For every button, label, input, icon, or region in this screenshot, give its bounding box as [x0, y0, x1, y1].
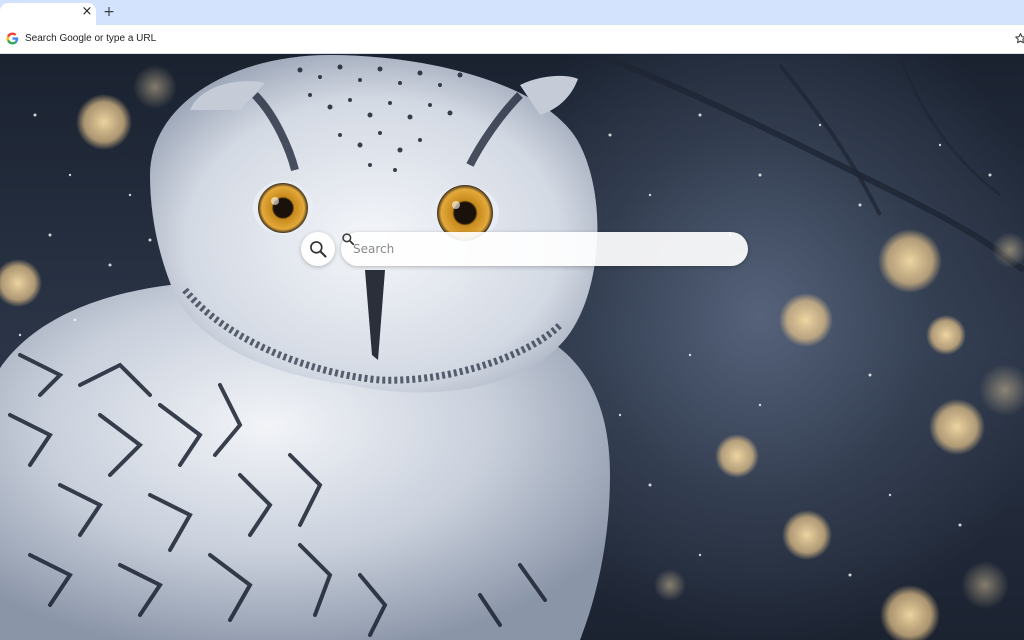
new-tab-button[interactable]: +	[101, 3, 117, 21]
close-tab-icon[interactable]: ×	[80, 5, 94, 19]
search-icon[interactable]	[341, 232, 355, 246]
browser-toolbar: Search Google or type a URL	[0, 25, 1024, 54]
omnibox[interactable]: Search Google or type a URL	[0, 28, 1024, 50]
tab-strip: × +	[0, 0, 1024, 25]
active-tab[interactable]: ×	[0, 3, 96, 25]
owl-illustration	[0, 55, 1024, 640]
magnifier-icon	[310, 241, 327, 258]
omnibox-text[interactable]: Search Google or type a URL	[25, 32, 156, 46]
background-photo	[0, 55, 1024, 640]
google-g-icon	[6, 32, 19, 45]
search-circle-button[interactable]	[301, 232, 335, 266]
search-bar[interactable]	[341, 232, 748, 266]
bookmark-star-icon[interactable]	[1014, 32, 1024, 45]
search-input[interactable]	[353, 238, 713, 260]
